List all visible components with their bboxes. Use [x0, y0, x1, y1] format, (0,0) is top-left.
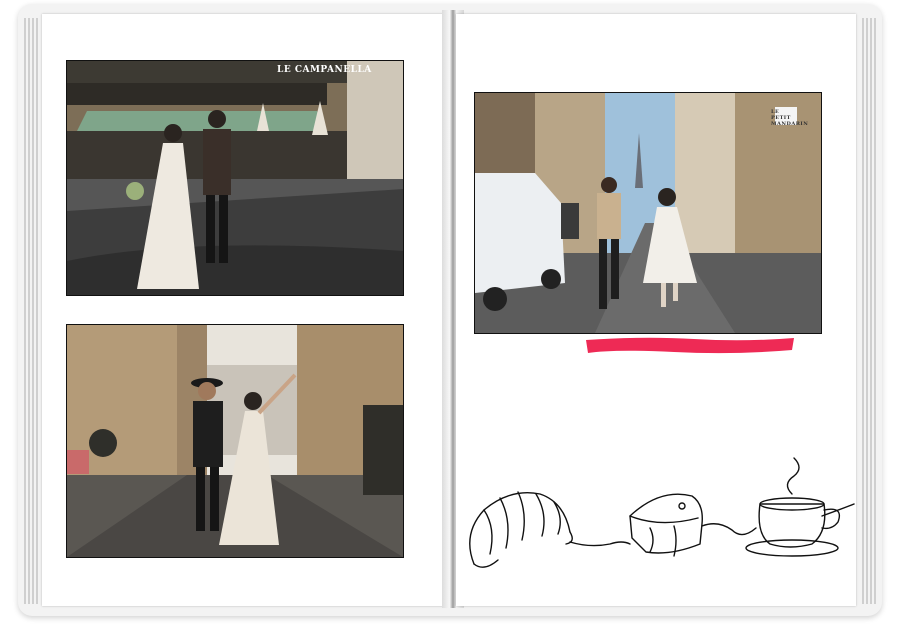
cafe-couple-photo: LE CAMPANELLA [66, 60, 404, 296]
coffee-cup-icon [745, 457, 855, 557]
cafe-sign-text: LE CAMPANELLA [277, 65, 372, 75]
street-sign-text: LE PETIT MANDARIN [771, 109, 809, 127]
eiffel-street-couple-photo: LE PETIT MANDARIN [474, 92, 822, 334]
left-page: LE CAMPANELLA [42, 14, 448, 606]
page-stack-right [860, 18, 878, 604]
street-couple-photo [66, 324, 404, 558]
cheese-icon [629, 493, 703, 557]
right-page: LE PETIT MANDARIN [456, 14, 856, 606]
croissant-icon [469, 491, 573, 568]
breakfast-line-art [469, 457, 855, 568]
page-stack-left [22, 18, 40, 604]
photo-book: LE CAMPANELLA LE PETIT MANDARIN [18, 4, 882, 616]
pink-brush-stroke [586, 337, 794, 354]
